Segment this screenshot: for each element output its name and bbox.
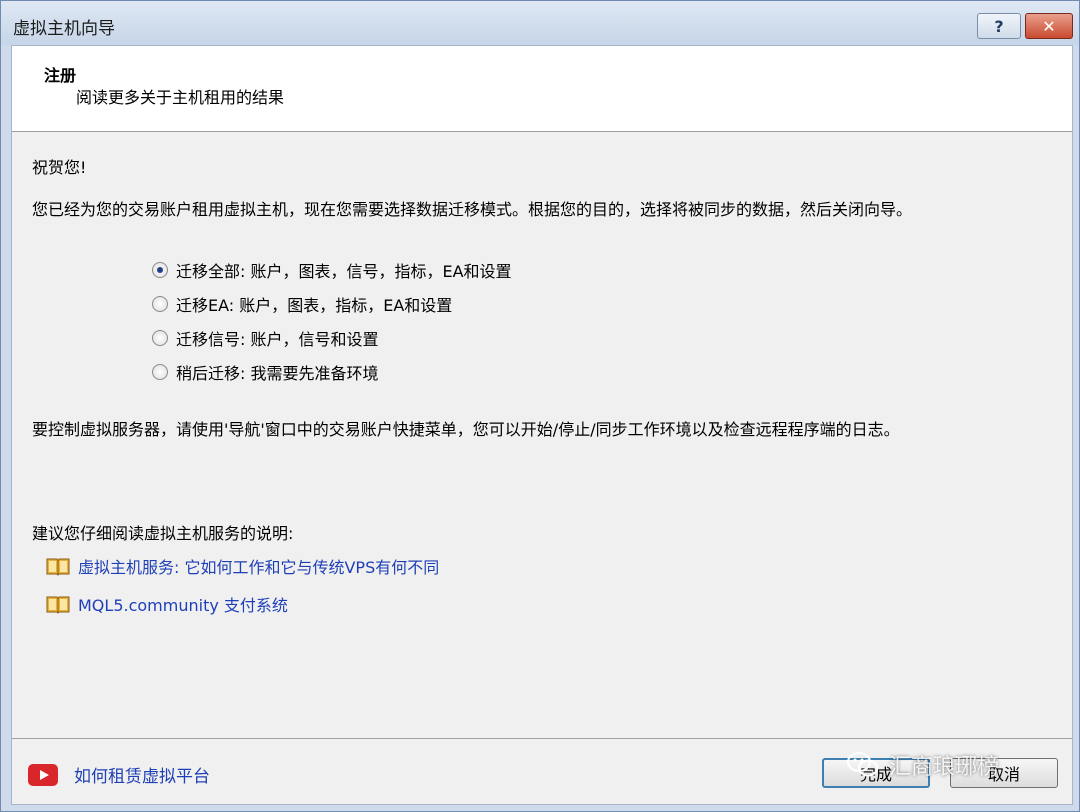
- recommend-text: 建议您仔细阅读虚拟主机服务的说明:: [32, 524, 294, 543]
- radio-migrate-ea[interactable]: 迁移EA: 账户，图表，指标，EA和设置: [152, 292, 452, 316]
- intro-text: 您已经为您的交易账户租用虚拟主机，现在您需要选择数据迁移模式。根据您的目的，选择…: [32, 200, 913, 219]
- page-subtitle: 阅读更多关于主机租用的结果: [76, 88, 285, 107]
- window-title: 虚拟主机向导: [13, 19, 115, 39]
- control-note-text: 要控制虚拟服务器，请使用'导航'窗口中的交易账户快捷菜单，您可以开始/停止/同步…: [32, 420, 900, 439]
- video-link[interactable]: 如何租赁虚拟平台: [28, 762, 210, 787]
- wechat-icon: [847, 752, 878, 777]
- link-label[interactable]: 虚拟主机服务: 它如何工作和它与传统VPS有何不同: [78, 554, 439, 578]
- close-icon: ✕: [1042, 16, 1056, 36]
- watermark-text: 汇商琅琊榜: [889, 755, 1000, 780]
- wizard-header: 注册 阅读更多关于主机租用的结果: [12, 46, 1072, 132]
- page-title: 注册: [44, 66, 77, 85]
- wizard-content: 注册 阅读更多关于主机租用的结果 祝贺您! 您已经为您的交易账户租用虚拟主机，现…: [11, 45, 1073, 805]
- book-icon: [46, 596, 70, 614]
- book-icon: [46, 558, 70, 576]
- radio-unchecked-icon[interactable]: [152, 364, 168, 380]
- radio-label: 迁移信号: 账户，信号和设置: [176, 330, 379, 349]
- help-button[interactable]: ?: [977, 13, 1021, 39]
- youtube-icon: [28, 763, 58, 786]
- radio-label: 迁移全部: 账户，图表，信号，指标，EA和设置: [176, 262, 512, 281]
- radio-unchecked-icon[interactable]: [152, 296, 168, 312]
- greeting-text: 祝贺您!: [32, 158, 87, 177]
- link-label[interactable]: MQL5.community 支付系统: [78, 592, 288, 616]
- watermark: 汇商琅琊榜: [847, 749, 999, 781]
- radio-migrate-all[interactable]: 迁移全部: 账户，图表，信号，指标，EA和设置: [152, 258, 512, 282]
- link-virtual-hosting[interactable]: 虚拟主机服务: 它如何工作和它与传统VPS有何不同: [46, 554, 439, 578]
- radio-checked-icon[interactable]: [152, 262, 168, 278]
- radio-migrate-later[interactable]: 稍后迁移: 我需要先准备环境: [152, 360, 378, 384]
- title-bar[interactable]: 虚拟主机向导 ? ✕: [1, 1, 1079, 45]
- wizard-window: 虚拟主机向导 ? ✕ 注册 阅读更多关于主机租用的结果 祝贺您! 您已经为您的交…: [0, 0, 1080, 812]
- radio-label: 稍后迁移: 我需要先准备环境: [176, 364, 379, 383]
- link-payment-system[interactable]: MQL5.community 支付系统: [46, 592, 288, 616]
- radio-unchecked-icon[interactable]: [152, 330, 168, 346]
- footer-divider: [12, 738, 1072, 739]
- video-link-label[interactable]: 如何租赁虚拟平台: [74, 762, 210, 787]
- radio-migrate-signals[interactable]: 迁移信号: 账户，信号和设置: [152, 326, 378, 350]
- radio-label: 迁移EA: 账户，图表，指标，EA和设置: [176, 296, 453, 315]
- close-button[interactable]: ✕: [1025, 13, 1073, 39]
